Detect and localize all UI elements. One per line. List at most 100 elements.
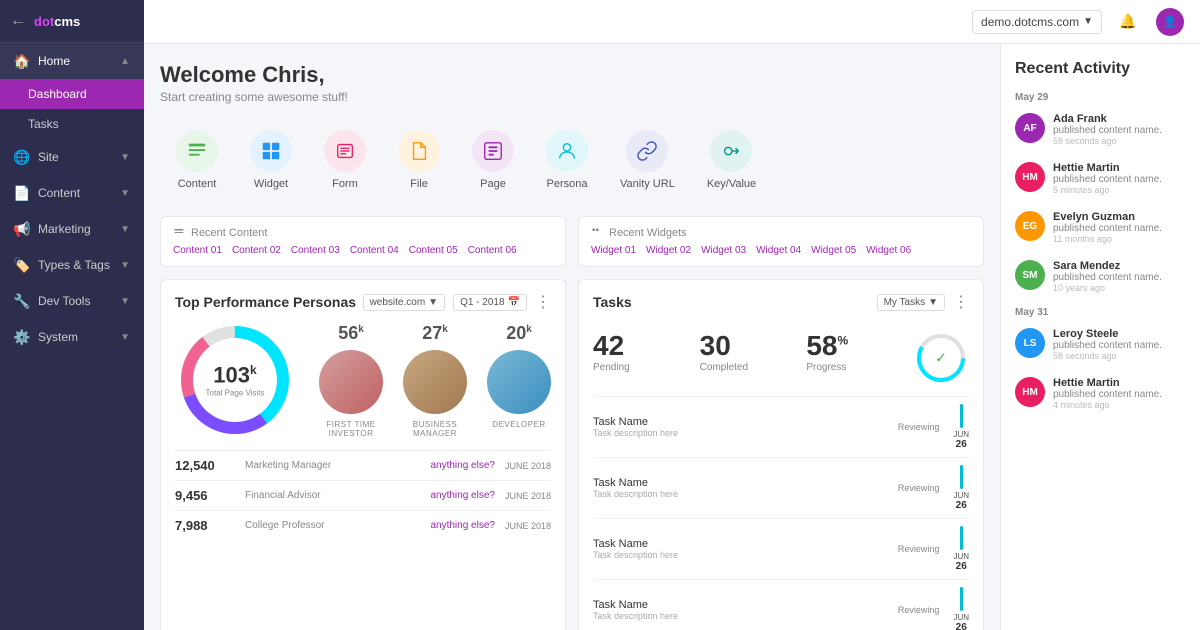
donut-label: Total Page Visits [206,389,265,398]
date-num: 26 [956,622,967,630]
sidebar-header: ← dotcms [0,0,144,43]
content-icon: 📄 [14,185,30,201]
action-persona[interactable]: Persona [530,120,604,200]
activity-action: published content name. [1053,272,1186,283]
activity-content: Leroy Steele published content name. 58 … [1053,328,1186,361]
content-area: Welcome Chris, Start creating some aweso… [144,44,1000,630]
activity-name: Sara Mendez [1053,260,1186,272]
action-content[interactable]: Content [160,120,234,200]
action-page[interactable]: Page [456,120,530,200]
recent-content-item[interactable]: Content 01 [173,245,222,256]
tasks-card-header: Tasks My Tasks ▼ ⋮ [579,280,983,320]
sidebar-item-label: Types & Tags [38,258,110,272]
date-num: 26 [956,500,967,511]
recent-content-item[interactable]: Content 04 [350,245,399,256]
date-bar [960,587,963,611]
personas-card-header: Top Performance Personas website.com ▼ Q… [161,280,565,320]
business-name: BUSINESS MANAGER [403,420,467,438]
tasks-filter[interactable]: My Tasks ▼ [877,294,945,311]
task-desc: Task description here [593,428,898,438]
activity-action: published content name. [1053,223,1186,234]
page-content: Welcome Chris, Start creating some aweso… [144,44,1200,630]
sidebar-item-label: Content [38,186,80,200]
recent-content-item[interactable]: Content 03 [291,245,340,256]
recent-content-box: Recent Content Content 01 Content 02 Con… [160,216,566,267]
task-name: Task Name [593,599,898,611]
activity-item: EG Evelyn Guzman published content name.… [1001,203,1200,252]
task-desc: Task description here [593,489,898,499]
developer-name: DEVELOPER [487,420,551,429]
action-vanity[interactable]: Vanity URL [604,120,691,200]
task-list: Task Name Task description here Reviewin… [579,396,983,630]
sidebar-item-tasks[interactable]: Tasks [0,109,144,139]
date-month: JUN [953,430,969,439]
file-icon [398,130,440,172]
user-avatar[interactable]: 👤 [1156,8,1184,36]
action-file[interactable]: File [382,120,456,200]
action-keyvalue[interactable]: Key/Value [691,120,772,200]
row-label: Marketing Manager [245,460,420,471]
pending-label: Pending [593,362,700,373]
sidebar-item-content[interactable]: 📄 Content ▼ [0,175,144,211]
tasks-more-icon[interactable]: ⋮ [953,292,969,312]
sidebar-item-marketing[interactable]: 📢 Marketing ▼ [0,211,144,247]
tasks-stats: 42 Pending 30 Completed 58% Progress [579,320,983,396]
sidebar-item-types[interactable]: 🏷️ Types & Tags ▼ [0,247,144,283]
date-bar [960,526,963,550]
main-area: demo.dotcms.com ▼ 🔔 👤 Welcome Chris, Sta… [144,0,1200,630]
action-form[interactable]: Form [308,120,382,200]
website-filter[interactable]: website.com ▼ [363,294,445,311]
persona-developer: 20k DEVELOPER [487,323,551,438]
recent-widget-item[interactable]: Widget 04 [756,245,801,256]
home-icon: 🏠 [14,53,30,69]
row-date: JUNE 2018 [505,491,551,501]
task-name: Task Name [593,477,898,489]
row-tag[interactable]: anything else? [430,460,495,471]
sidebar-item-devtools[interactable]: 🔧 Dev Tools ▼ [0,283,144,319]
tasks-title: Tasks [593,294,632,310]
sidebar-item-system[interactable]: ⚙️ System ▼ [0,319,144,355]
checkmark-icon: ✓ [935,350,947,367]
row-tag[interactable]: anything else? [430,520,495,531]
action-widget[interactable]: Widget [234,120,308,200]
action-label: Widget [254,178,288,190]
row-tag[interactable]: anything else? [430,490,495,501]
recent-widget-item[interactable]: Widget 05 [811,245,856,256]
sidebar-item-label: Dev Tools [38,294,90,308]
chevron-icon: ▼ [120,224,130,235]
activity-content: Evelyn Guzman published content name. 11… [1053,211,1186,244]
date-filter[interactable]: Q1 - 2018 📅 [453,294,527,311]
recent-widget-item[interactable]: Widget 03 [701,245,746,256]
more-options-icon[interactable]: ⋮ [535,292,551,312]
task-info: Task Name Task description here [593,538,898,560]
progress-circle: ✓ [913,330,969,386]
chevron-icon: ▲ [120,56,130,67]
row-label: College Professor [245,520,420,531]
donut-value: 103k [206,363,265,389]
recent-activity-panel: Recent Activity May 29 AF Ada Frank publ… [1000,44,1200,630]
system-icon: ⚙️ [14,329,30,345]
sidebar: ← dotcms 🏠 Home ▲ Dashboard Tasks 🌐 Site… [0,0,144,630]
task-status: Reviewing [898,544,940,554]
welcome-subtitle: Start creating some awesome stuff! [160,90,984,104]
recent-content-item[interactable]: Content 05 [409,245,458,256]
persona-icon [546,130,588,172]
task-status: Reviewing [898,605,940,615]
page-icon [472,130,514,172]
recent-widget-item[interactable]: Widget 06 [866,245,911,256]
recent-content-item[interactable]: Content 02 [232,245,281,256]
recent-widget-item[interactable]: Widget 02 [646,245,691,256]
pending-value: 42 [593,330,700,362]
sidebar-item-label: Home [38,54,70,68]
notifications-icon[interactable]: 🔔 [1114,8,1142,36]
recent-content-item[interactable]: Content 06 [468,245,517,256]
action-label: Form [332,178,358,190]
domain-selector[interactable]: demo.dotcms.com ▼ [972,10,1102,34]
sidebar-item-home[interactable]: 🏠 Home ▲ [0,43,144,79]
back-icon[interactable]: ← [10,12,26,30]
content-icon [176,130,218,172]
sidebar-item-dashboard[interactable]: Dashboard [0,79,144,109]
recent-widget-item[interactable]: Widget 01 [591,245,636,256]
sidebar-item-site[interactable]: 🌐 Site ▼ [0,139,144,175]
quick-actions: Content Widget Form [160,120,984,200]
